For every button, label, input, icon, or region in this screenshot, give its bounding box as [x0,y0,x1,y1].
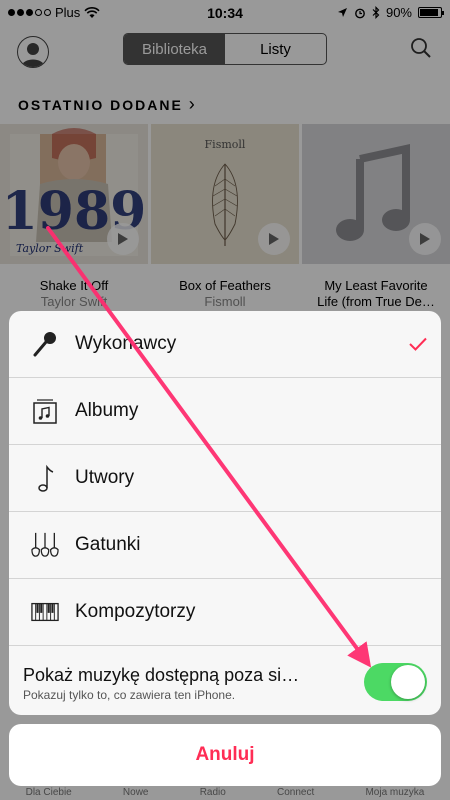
toggle-knob [391,665,425,699]
checkmark-icon [409,337,427,351]
sheet-item-label: Utwory [75,467,135,488]
sheet-item-label: Kompozytorzy [75,601,196,622]
show-all-music-toggle[interactable] [364,663,427,701]
sheet-item-genres[interactable]: Gatunki [9,512,441,579]
sort-action-sheet: Wykonawcy Albumy Utwory Gatunki Kompozyt… [9,311,441,715]
toggle-subtitle: Pokazuj tylko to, co zawiera ten iPhone. [23,688,236,702]
sheet-item-albums[interactable]: Albumy [9,378,441,445]
sheet-item-artists[interactable]: Wykonawcy [9,311,441,378]
music-note-icon [31,464,59,492]
sheet-item-label: Wykonawcy [75,333,177,354]
cancel-button[interactable]: Anuluj [9,724,441,786]
sheet-item-composers[interactable]: Kompozytorzy [9,579,441,646]
sheet-item-label: Albumy [75,400,139,421]
microphone-icon [31,330,59,358]
sheet-item-songs[interactable]: Utwory [9,445,441,512]
guitars-icon [31,531,59,559]
toggle-title: Pokaż muzykę dostępną poza si… [23,665,300,685]
piano-keys-icon [31,598,59,626]
album-icon [31,397,59,425]
sheet-item-label: Gatunki [75,534,141,555]
show-offline-music-row: Pokaż muzykę dostępną poza si… Pokazuj t… [9,646,441,715]
